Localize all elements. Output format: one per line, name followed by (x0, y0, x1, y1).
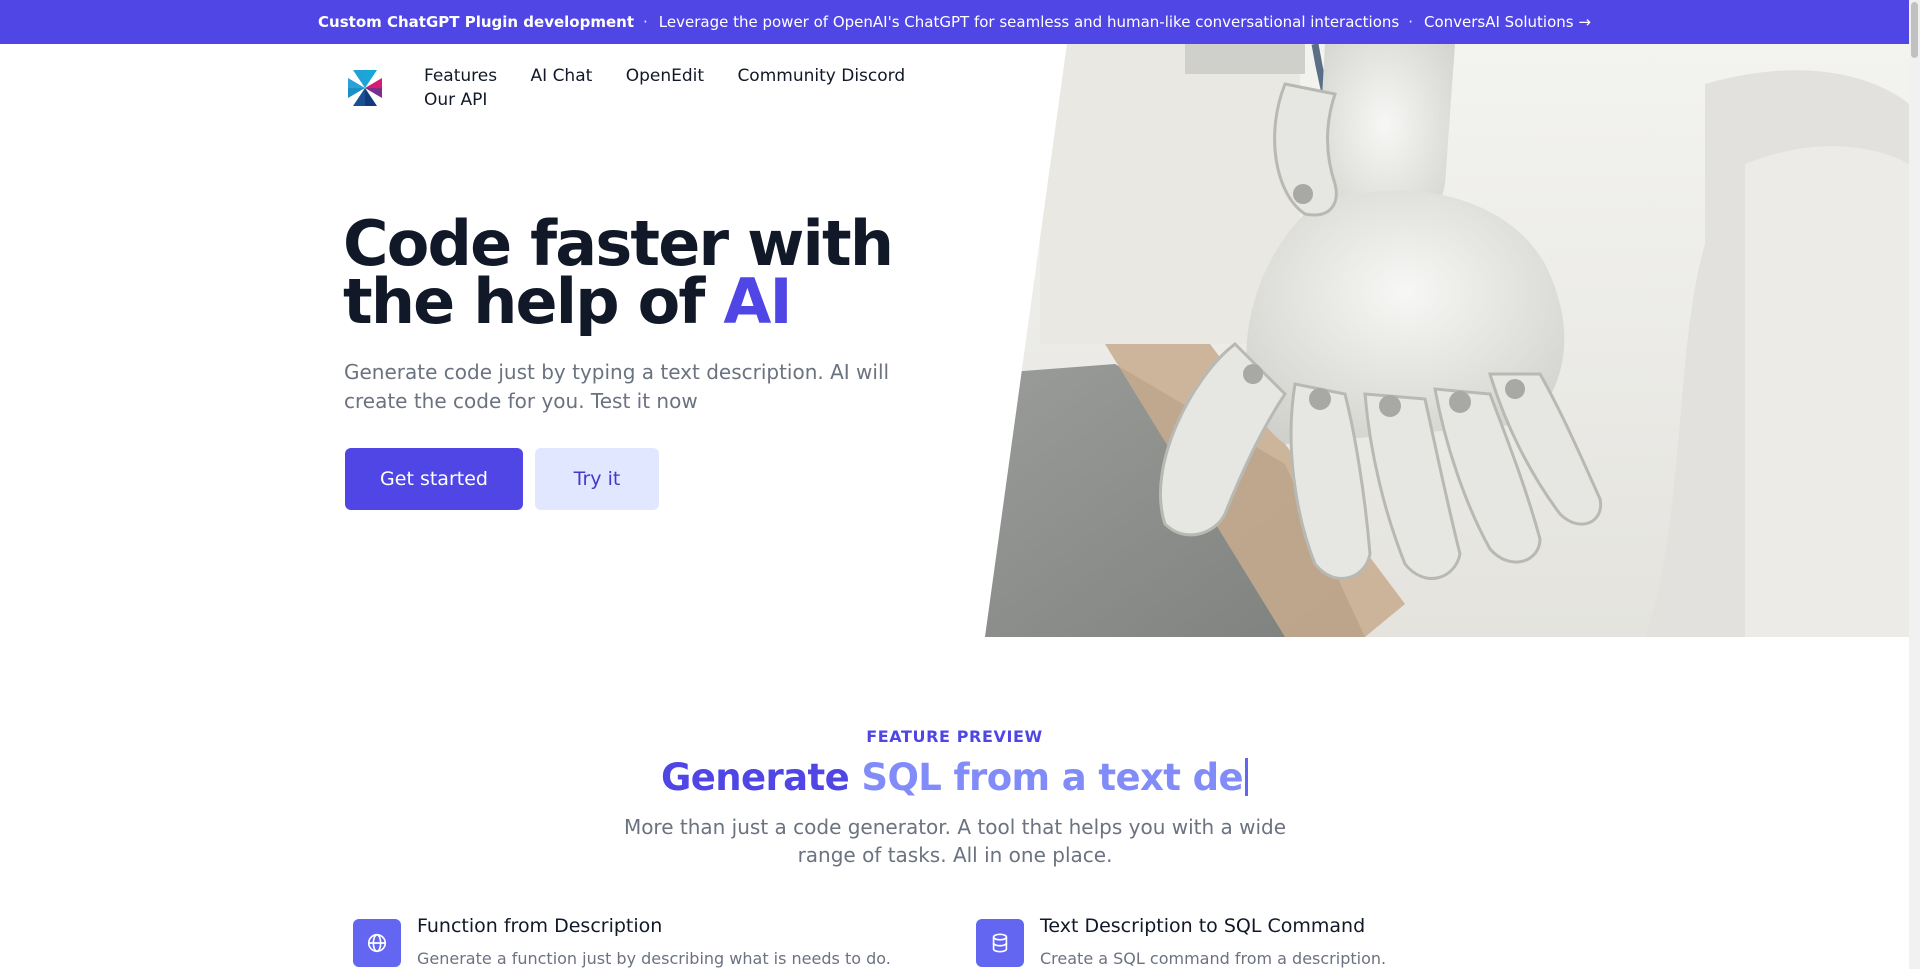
feature-icon-box (353, 919, 401, 967)
database-icon (992, 933, 1008, 953)
main-nav: Features AI Chat OpenEdit Community Disc… (424, 64, 944, 112)
banner-title: Custom ChatGPT Plugin development (318, 13, 635, 31)
section-title-prefix: Generate (661, 756, 862, 799)
banner-separator-2: · (1408, 13, 1413, 31)
globe-icon (367, 933, 387, 953)
banner-separator: · (643, 13, 648, 31)
hero-title: Code faster with the help of AI (343, 213, 963, 333)
feature-icon-box (976, 919, 1024, 967)
hero-title-main: Code faster with the help of (343, 207, 894, 338)
feature-title: Text Description to SQL Command (1040, 915, 1366, 937)
nav-item-ai-chat[interactable]: AI Chat (531, 66, 593, 86)
nav-item-openedit[interactable]: OpenEdit (626, 66, 704, 86)
feature-title: Function from Description (417, 915, 663, 937)
robot-hand-photo (985, 44, 1909, 637)
feature-description: Create a SQL command from a description. (1040, 949, 1387, 968)
nav-item-our-api[interactable]: Our API (424, 90, 487, 110)
feature-item: Function from Description Generate a fun… (353, 915, 913, 969)
hero-subtitle: Generate code just by typing a text desc… (344, 360, 890, 413)
try-it-button[interactable]: Try it (535, 448, 659, 510)
typing-cursor (1245, 758, 1248, 796)
get-started-button[interactable]: Get started (345, 448, 523, 510)
hero-title-accent: AI (723, 265, 792, 338)
section-subtitle: More than just a code generator. A tool … (623, 815, 1287, 867)
section-title-typed: SQL from a text de (861, 756, 1243, 799)
hero-image (985, 44, 1909, 637)
section-title: Generate SQL from a text de (0, 754, 1909, 802)
section-eyebrow: FEATURE PREVIEW (866, 727, 1043, 746)
feature-item: Text Description to SQL Command Create a… (976, 915, 1536, 969)
banner-message: Leverage the power of OpenAI's ChatGPT f… (658, 13, 1400, 31)
brand-logo-icon[interactable] (344, 67, 386, 109)
page-scrollbar[interactable] (1909, 0, 1920, 969)
nav-item-features[interactable]: Features (424, 66, 497, 86)
feature-description: Generate a function just by describing w… (417, 949, 891, 968)
announcement-banner[interactable]: Custom ChatGPT Plugin development · Leve… (0, 0, 1909, 44)
banner-link[interactable]: ConversAI Solutions → (1424, 13, 1591, 31)
nav-item-community-discord[interactable]: Community Discord (737, 66, 905, 86)
scrollbar-thumb[interactable] (1911, 2, 1918, 58)
